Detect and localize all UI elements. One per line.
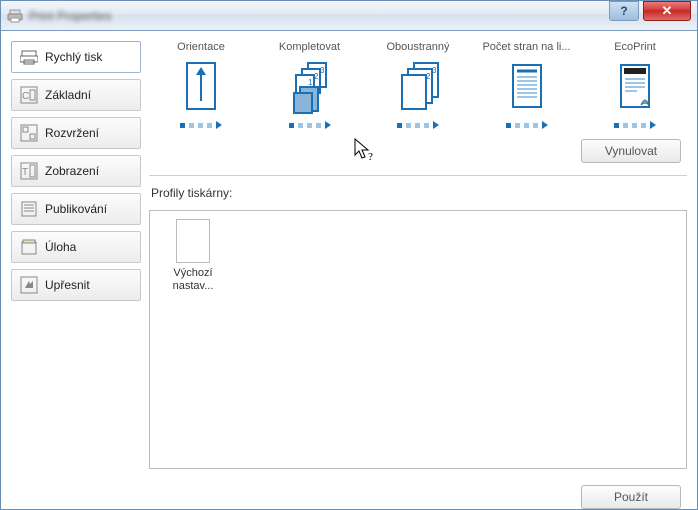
sidebar-tab-label: Rychlý tisk (45, 50, 102, 64)
sidebar-tab-advanced[interactable]: Upřesnit (11, 269, 141, 301)
quick-option-collate[interactable]: Kompletovat 3 2 1 (264, 41, 356, 129)
printer-icon (7, 8, 23, 24)
reset-button[interactable]: Vynulovat (581, 139, 681, 163)
option-indicator (397, 121, 439, 129)
sidebar-tab-label: Publikování (45, 202, 107, 216)
titlebar: Print Properties ? ✕ (1, 1, 697, 31)
advanced-icon (20, 276, 38, 294)
print-properties-window: Print Properties ? ✕ Rychlý tisk C Zákla… (0, 0, 698, 510)
profile-item-default[interactable]: Výchozí nastav... (158, 219, 228, 293)
profiles-title: Profily tiskárny: (151, 186, 687, 200)
option-indicator (180, 121, 222, 129)
next-option-icon (433, 121, 439, 129)
basic-icon: C (20, 86, 38, 104)
option-indicator (614, 121, 656, 129)
quick-options-row: Orientace Kompletovat (149, 41, 687, 129)
window-title: Print Properties (29, 9, 112, 23)
display-icon: T (20, 162, 38, 180)
next-option-icon (542, 121, 548, 129)
sidebar: Rychlý tisk C Základní Rozvržení T Zobra… (11, 41, 141, 509)
quick-option-duplex[interactable]: Oboustranný 3 2 (372, 41, 464, 129)
svg-text:1: 1 (308, 78, 313, 87)
sidebar-tab-basic[interactable]: C Základní (11, 79, 141, 111)
ecoprint-icon (611, 59, 659, 115)
collate-icon: 3 2 1 (286, 59, 334, 115)
sidebar-tab-display[interactable]: T Zobrazení (11, 155, 141, 187)
profile-name: Výchozí nastav... (161, 267, 225, 293)
quick-option-ecoprint[interactable]: EcoPrint (589, 41, 681, 129)
help-button[interactable]: ? (609, 1, 639, 21)
quick-option-label: Oboustranný (387, 41, 450, 53)
divider (149, 175, 687, 176)
next-option-icon (650, 121, 656, 129)
layout-icon (20, 124, 38, 142)
orientation-portrait-icon (177, 59, 225, 115)
profiles-list: Výchozí nastav... (149, 210, 687, 469)
next-option-icon (216, 121, 222, 129)
sidebar-tab-label: Zobrazení (45, 164, 99, 178)
svg-text:T: T (22, 167, 28, 178)
sidebar-tab-publish[interactable]: Publikování (11, 193, 141, 225)
sidebar-tab-layout[interactable]: Rozvržení (11, 117, 141, 149)
quick-option-label: Orientace (177, 41, 225, 53)
svg-text:C: C (22, 91, 29, 102)
sidebar-tab-job[interactable]: Úloha (11, 231, 141, 263)
sidebar-tab-label: Úloha (45, 240, 76, 254)
quick-option-label: Kompletovat (279, 41, 340, 53)
pages-per-sheet-icon (503, 59, 551, 115)
apply-button[interactable]: Použít (581, 485, 681, 509)
quick-option-pages-per-sheet[interactable]: Počet stran na li... (481, 41, 573, 129)
next-option-icon (325, 121, 331, 129)
option-indicator (289, 121, 331, 129)
quick-option-orientation[interactable]: Orientace (155, 41, 247, 129)
job-icon (20, 238, 38, 256)
option-indicator (506, 121, 548, 129)
printer-quick-icon (20, 48, 38, 66)
publish-icon (20, 200, 38, 218)
sidebar-tab-quick[interactable]: Rychlý tisk (11, 41, 141, 73)
sidebar-tab-label: Rozvržení (45, 126, 99, 140)
close-button[interactable]: ✕ (643, 1, 691, 21)
quick-option-label: Počet stran na li... (482, 41, 570, 53)
main-panel: Orientace Kompletovat (149, 41, 687, 509)
quick-option-label: EcoPrint (614, 41, 656, 53)
profile-thumb-icon (176, 219, 210, 263)
duplex-icon: 3 2 (394, 59, 442, 115)
sidebar-tab-label: Upřesnit (45, 278, 90, 292)
sidebar-tab-label: Základní (45, 88, 91, 102)
